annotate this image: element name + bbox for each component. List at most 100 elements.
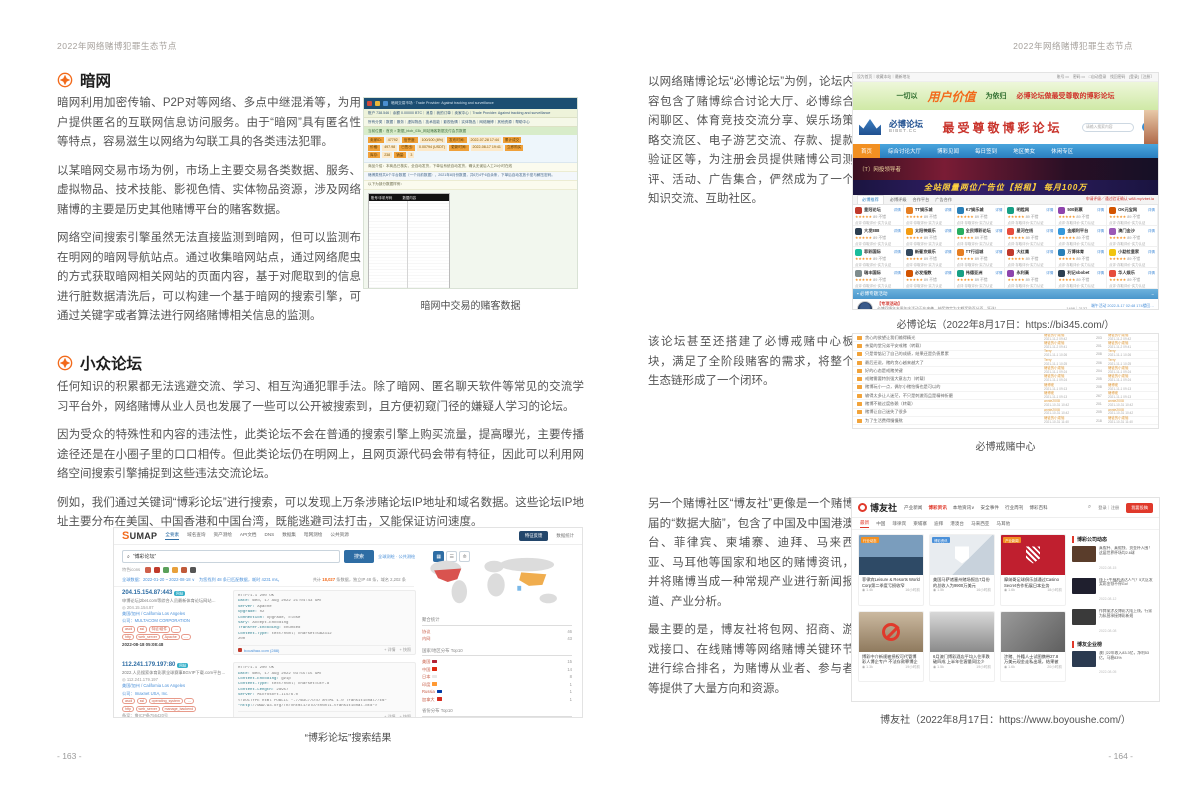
- thread-title[interactable]: 为了生活费得慢慢熬: [865, 418, 1041, 424]
- forum-detail-link[interactable]: 详情: [944, 229, 951, 234]
- bibet-forum-card[interactable]: 利记sbobet 详情 ★★★★★ 89 不错 点评·存取评价·实力认证: [1056, 268, 1108, 289]
- result-tag-pill[interactable]: web_server: [135, 634, 161, 641]
- darkweb-menu[interactable]: 所有分类｜数据｜服务｜虚拟物品｜技术技能｜影视色情｜实体物品｜网络赌博｜其他资源…: [364, 118, 577, 127]
- sumap-nav-item[interactable]: 域名查询: [187, 532, 205, 540]
- bibet-nav-item[interactable]: 博彩见闻: [929, 144, 967, 158]
- result-org-link[interactable]: 公司：Imaxnet USA, Inc.: [122, 691, 227, 697]
- sidebar-stat-row[interactable]: 中国 14: [422, 666, 572, 674]
- bibet-forum-card[interactable]: OK元宝网 详情 ★★★★★ 89 不错 点评·存取评价·实力认证: [1107, 205, 1158, 226]
- bibet-forum-card[interactable]: 澳门金沙 详情 ★★★★★ 89 不错 点评·存取评价·实力认证: [1107, 226, 1158, 247]
- forum-detail-link[interactable]: 详情: [1046, 250, 1053, 255]
- sidebar-news-item[interactable]: 澳门22年收入83.3亿，净利53亿，马稳83% 2022-08-05: [1072, 650, 1153, 679]
- sumap-nav-item[interactable]: 暗网测绘: [304, 532, 322, 540]
- forum-detail-link[interactable]: 详情: [995, 250, 1002, 255]
- bibet-forum-card[interactable]: 全民博彩论坛 详情 ★★★★★ 89 不错 点评·存取评价·实力认证: [954, 226, 1006, 247]
- bibet-tab[interactable]: 必博评级: [890, 197, 907, 203]
- sumap-nav-item[interactable]: 公共资源: [330, 532, 348, 540]
- result-tag-pill[interactable]: ascii: [122, 625, 136, 633]
- result-tag-pill[interactable]: ascii: [122, 698, 136, 705]
- sidebar-stat-row[interactable]: 内网 43: [422, 635, 572, 643]
- thread-title[interactable]: 赌博不能过度依赖（转载）: [865, 401, 1041, 407]
- bibet-forum-card[interactable]: TT娱乐城 详情 ★★★★★ 89 不错 点评·存取评价·实力认证: [903, 205, 955, 226]
- bibet-forum-card[interactable]: 500彩票 详情 ★★★★★ 89 不错 点评·存取评价·实力认证: [1056, 205, 1108, 226]
- boyoushe-region-tab[interactable]: 最新: [860, 520, 870, 528]
- thread-title[interactable]: 输得太多让人迷茫，不只是刺激而且是精神折磨: [865, 393, 1041, 399]
- bibet-topbar-links[interactable]: 设为首页｜收藏本站｜最新地址: [857, 75, 910, 80]
- boyoushe-region-tab[interactable]: 菲律宾: [892, 521, 906, 527]
- forum-detail-link[interactable]: 详情: [1097, 229, 1104, 234]
- forum-detail-link[interactable]: 详情: [944, 271, 951, 276]
- sidebar-news-item[interactable]: 线上+午福利送达人气？5大区发奖彩金领不停Go! 2022-08-12: [1072, 577, 1153, 606]
- bibet-nav-item[interactable]: 综合讨论大厅: [880, 144, 929, 158]
- result-ip-link[interactable]: 112.241.179.197:80 网站: [122, 662, 227, 668]
- sidebar-stat-row[interactable]: Russia 1: [422, 688, 572, 696]
- sumap-nav-item[interactable]: 数据集: [282, 532, 296, 540]
- news-card-title[interactable]: 菲律宾Leisure & Resorts World Corp第二季度亏损收窄: [859, 575, 923, 588]
- forum-detail-link[interactable]: 详情: [995, 208, 1002, 213]
- bibet-forum-card[interactable]: 必发指数 详情 ★★★★★ 89 不错 点评·存取评价·实力认证: [903, 268, 955, 289]
- sumap-nav-item[interactable]: 全要素: [165, 532, 180, 540]
- feature-icon[interactable]: [163, 567, 170, 573]
- thread-title[interactable]: 赌博让自己迷失了很多: [865, 409, 1041, 415]
- boyoushe-region-tab[interactable]: 马来西亚: [971, 521, 989, 527]
- sumap-nav-item[interactable]: API文档: [240, 532, 257, 540]
- sumap-search-input[interactable]: “博彩论坛”: [122, 550, 340, 563]
- result-site-link[interactable]: bocaihao.com (288): [238, 647, 279, 653]
- news-card-title[interactable]: 博彩中介新规被授权可代管博彩人博企专户 不法存款罪博企适用: [859, 652, 923, 665]
- sidebar-stat-row[interactable]: 日本 8: [422, 673, 572, 681]
- boyoushe-login-link[interactable]: 登录｜注册: [1098, 505, 1119, 511]
- sidebar-news-item[interactable]: 真假杯、真假钱、资金杯入围！这届世界杯场均2.6球 2022-08-15: [1072, 546, 1153, 574]
- bibet-forum-card[interactable]: 大发888 详情 ★★★★★ 89 不错 点评·存取评价·实力认证: [853, 226, 904, 247]
- sidebar-stat-row[interactable]: 印度 1: [422, 681, 572, 689]
- bibet-forum-card[interactable]: 星河在线 详情 ★★★★★ 89 不错 点评·存取评价·实力认证: [1005, 226, 1057, 247]
- result-tag-pill[interactable]: manage_backend: [161, 705, 197, 712]
- news-card[interactable]: 产业新闻 摩纳哥足球俱乐部通过Casino Secret合作拓展日本业务 ◉ 1.6…: [1000, 534, 1066, 606]
- boyoushe-nav-item[interactable]: 博彩百科: [1029, 505, 1047, 511]
- bibet-search-input[interactable]: 请输入搜索内容: [1082, 122, 1134, 132]
- result-tag-pill[interactable]: Apache: [161, 634, 180, 641]
- thread-row[interactable]: 为了生活费得慢慢熬 赌徒的小烦恼 2021-10-31 11:40 218 赌徒的小烦恼…: [853, 416, 1158, 426]
- boyoushe-nav-item[interactable]: 安全事件: [981, 505, 999, 511]
- feature-icon[interactable]: [181, 567, 188, 573]
- bibet-forum-card[interactable]: 华人娱乐 详情 ★★★★★ 89 不错 点评·存取评价·实力认证: [1107, 268, 1158, 289]
- forum-detail-link[interactable]: 详情: [1097, 208, 1104, 213]
- bibet-nav-item[interactable]: 地区美女: [1005, 144, 1043, 158]
- sumap-stats-link[interactable]: 数据统计: [556, 533, 574, 539]
- thread-title[interactable]: 亲爱的堂兄弟平安戒赌（转载）: [865, 343, 1041, 349]
- bibet-forum-card[interactable]: 永利高 详情 ★★★★★ 89 不错 点评·存取评价·实力认证: [1005, 268, 1057, 289]
- result-region-link[interactable]: 美国/加州 / California Los Angeles: [122, 683, 227, 689]
- bibet-forum-card[interactable]: 新葡京娱乐 详情 ★★★★★ 89 不错 点评·存取评价·实力认证: [903, 247, 955, 268]
- feature-icon[interactable]: [172, 567, 179, 573]
- boyoushe-post-button[interactable]: 我要投稿: [1126, 502, 1153, 513]
- sumap-search-button[interactable]: 搜索: [344, 550, 374, 563]
- sidebar-news-title[interactable]: 线上+午福利送达人气？5大区发奖彩金领不停Go!: [1099, 578, 1153, 588]
- sumap-logo[interactable]: SUMAP: [122, 530, 157, 542]
- sidebar-news-item[interactable]: 作弊案涉及博彩大陆上线，行家为私营承接博彩新规 2022-08-08: [1072, 609, 1153, 637]
- boyoushe-nav-item[interactable]: 产业新闻: [904, 505, 922, 511]
- forum-detail-link[interactable]: 详情: [894, 208, 901, 213]
- forum-detail-link[interactable]: 详情: [1046, 229, 1053, 234]
- bibet-nav-item[interactable]: 休闲专区: [1043, 144, 1081, 158]
- result-tag-pill[interactable]: http: [122, 634, 134, 641]
- forum-detail-link[interactable]: 详情: [1148, 229, 1155, 234]
- forum-detail-link[interactable]: 详情: [1148, 208, 1155, 213]
- result-ip-link[interactable]: 204.15.154.87:443 网站: [122, 590, 227, 596]
- sumap-nav-item[interactable]: 资产测绘: [214, 532, 232, 540]
- bibet-forum-card[interactable]: 伟德亚洲 详情 ★★★★★ 89 不错 点评·存取评价·实力认证: [954, 268, 1006, 289]
- bibet-tab[interactable]: 必博推荐: [857, 195, 884, 204]
- bibet-forum-card[interactable]: 明陞网 详情 ★★★★★ 89 不错 点评·存取评价·实力认证: [1005, 205, 1057, 226]
- result-actions[interactable]: + 详情 + 快照: [384, 714, 411, 717]
- sumap-search-links[interactable]: 全球测绘 · 公共测绘: [378, 554, 415, 560]
- boyoushe-region-tab[interactable]: 中国: [876, 521, 885, 527]
- news-card-title[interactable]: 摩纳哥足球俱乐部通过Casino Secret合作拓展日本业务: [1001, 575, 1065, 588]
- thread-title[interactable]: 最后还说，赌的贪心越来越大了: [865, 360, 1041, 366]
- feature-icon[interactable]: [190, 567, 197, 573]
- bibet-login-area[interactable]: 账号 ▭ 密码 ▭ □自动登录 找回密码 [登录]［注册］: [1057, 74, 1154, 80]
- news-card-title[interactable]: 涉赌、外籍人士试图携带27.8万美元现金走私出境，结果被抓了: [1001, 652, 1065, 665]
- news-card[interactable]: 博彩中介新规被授权可代管博彩人博企专户 不法存款罪博企适用◉ 1.3k 19小时前: [858, 610, 924, 683]
- boyoushe-region-tab[interactable]: 马耳他: [996, 521, 1010, 527]
- bibet-nav-item[interactable]: 首页: [853, 144, 881, 158]
- bibet-forum-card[interactable]: 小勐拉皇家 详情 ★★★★★ 89 不错 点评·存取评价·实力认证: [1107, 247, 1158, 268]
- forum-detail-link[interactable]: 详情: [1097, 250, 1104, 255]
- forum-detail-link[interactable]: 详情: [894, 271, 901, 276]
